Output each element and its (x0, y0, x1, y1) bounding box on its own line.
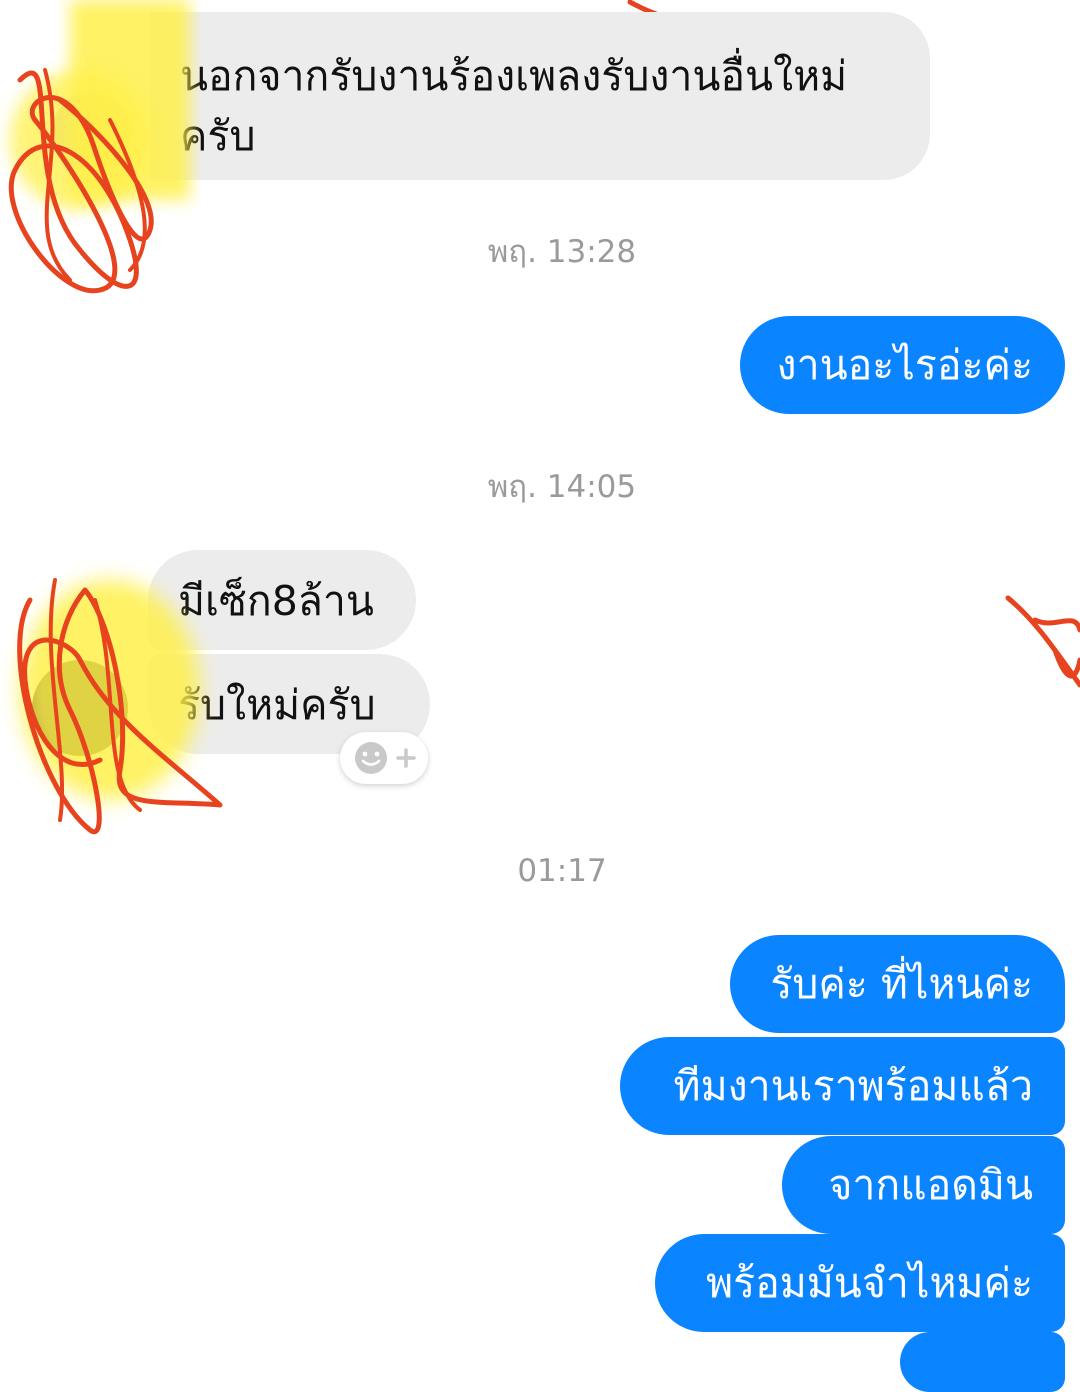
timestamp: 01:17 (517, 853, 607, 889)
timestamp: พฤ. 13:28 (487, 234, 637, 270)
incoming-message-text: รับใหม่ครับ (178, 681, 376, 729)
outgoing-message-bubble-partial[interactable] (900, 1332, 1065, 1392)
incoming-message-text: มีเซ็ก8ล้าน (178, 577, 374, 625)
add-reaction-button[interactable] (340, 732, 428, 784)
outgoing-message-text: จากแอดมิน (828, 1161, 1033, 1209)
outgoing-message-text: รับค่ะ ที่ไหนค่ะ (770, 960, 1033, 1008)
timestamp: พฤ. 14:05 (487, 469, 637, 505)
outgoing-message-text: ทีมงานเราพร้อมแล้ว (673, 1062, 1033, 1110)
avatar[interactable] (52, 92, 132, 172)
incoming-message-bubble[interactable]: มีเซ็ก8ล้าน (148, 550, 416, 650)
outgoing-message-text: งานอะไรอ่ะค่ะ (776, 341, 1033, 389)
outgoing-message-bubble[interactable]: งานอะไรอ่ะค่ะ (740, 316, 1065, 414)
outgoing-message-bubble[interactable]: รับค่ะ ที่ไหนค่ะ (730, 935, 1065, 1033)
redaction-scribble-right (1005, 595, 1080, 688)
chat-thread: นอกจากรับงานร้องเพลงรับงานอื่นใหม่ครับ พ… (0, 0, 1080, 1392)
incoming-message-bubble[interactable]: นอกจากรับงานร้องเพลงรับงานอื่นใหม่ครับ (150, 12, 930, 180)
outgoing-message-bubble[interactable]: พร้อมมันจำไหมค่ะ (655, 1234, 1065, 1332)
smiley-add-icon (355, 742, 416, 774)
outgoing-message-bubble[interactable]: จากแอดมิน (782, 1136, 1065, 1234)
outgoing-message-text: พร้อมมันจำไหมค่ะ (706, 1259, 1033, 1307)
outgoing-message-bubble[interactable]: ทีมงานเราพร้อมแล้ว (620, 1037, 1065, 1135)
incoming-message-text: นอกจากรับงานร้องเพลงรับงานอื่นใหม่ครับ (180, 52, 848, 160)
avatar[interactable] (32, 660, 128, 756)
